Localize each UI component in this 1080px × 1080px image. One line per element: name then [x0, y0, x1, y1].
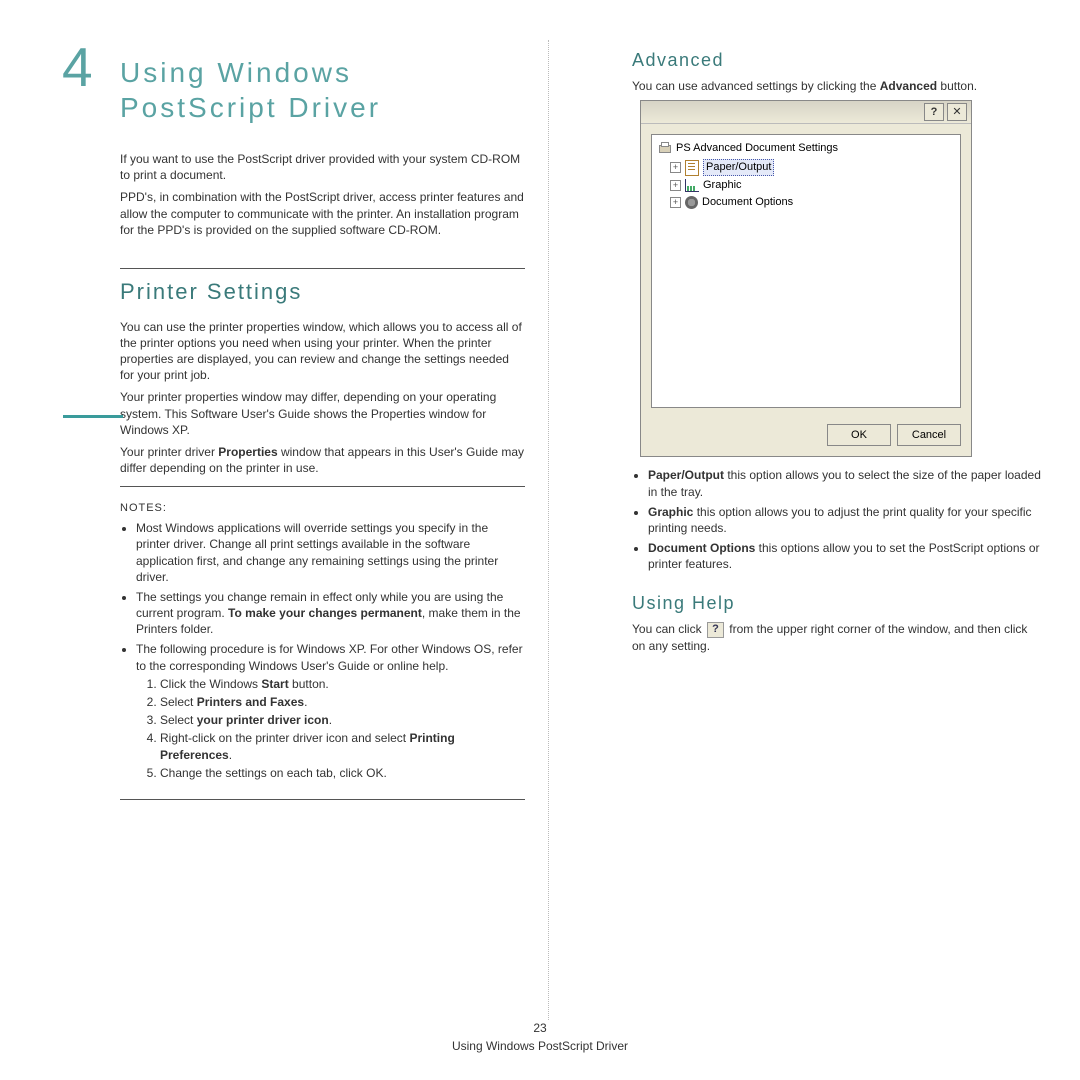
adv-intro-a: You can use advanced settings by clickin… [632, 79, 880, 93]
s4c: . [229, 748, 232, 762]
intro-paragraph-1: If you want to use the PostScript driver… [120, 151, 525, 183]
adv2a: Graphic [648, 505, 693, 519]
s4a: Right-click on the printer driver icon a… [160, 731, 409, 745]
help-text-a: You can click [632, 622, 705, 636]
adv-intro-b: Advanced [880, 79, 937, 93]
tree-item-doc-options[interactable]: + Document Options [670, 195, 954, 210]
expand-icon[interactable]: + [670, 197, 681, 208]
chapter-number: 4 [62, 35, 93, 99]
s3b: your printer driver icon [197, 713, 329, 727]
ps-p3-b: Properties [218, 445, 277, 459]
s3a: Select [160, 713, 197, 727]
adv2b: this option allows you to adjust the pri… [648, 505, 1032, 535]
page-footer: 23 Using Windows PostScript Driver [0, 1019, 1080, 1055]
cancel-button[interactable]: Cancel [897, 424, 961, 446]
note-bullet-3: The following procedure is for Windows X… [136, 641, 525, 781]
s2a: Select [160, 695, 197, 709]
section-rule [120, 268, 525, 269]
expand-icon[interactable]: + [670, 162, 681, 173]
dialog-titlebar: ? ✕ [641, 101, 971, 124]
adv-opt-paper: Paper/Output this option allows you to s… [648, 467, 1042, 499]
expand-icon[interactable]: + [670, 180, 681, 191]
s1a: Click the Windows [160, 677, 261, 691]
dialog-buttons: OK Cancel [641, 418, 971, 456]
dialog-help-button[interactable]: ? [924, 103, 944, 121]
page-number: 23 [0, 1019, 1080, 1037]
s3c: . [329, 713, 332, 727]
notes-label: NOTES: [120, 501, 525, 516]
chapter-title: Using Windows PostScript Driver [120, 55, 381, 125]
s2b: Printers and Faxes [197, 695, 304, 709]
intro-paragraph-2: PPD's, in combination with the PostScrip… [120, 189, 525, 238]
advanced-intro: You can use advanced settings by clickin… [632, 78, 1042, 94]
adv-opt-graphic: Graphic this option allows you to adjust… [648, 504, 1042, 536]
step-3: Select your printer driver icon. [160, 712, 525, 728]
using-help-text: You can click ? from the upper right cor… [632, 621, 1042, 654]
chart-icon [685, 179, 699, 192]
advanced-heading: Advanced [632, 48, 1042, 72]
printer-settings-heading: Printer Settings [120, 277, 525, 307]
step-1: Click the Windows Start button. [160, 676, 525, 692]
tree-item-graphic[interactable]: + Graphic [670, 178, 954, 193]
note3-text: The following procedure is for Windows X… [136, 642, 523, 672]
ps-para-1: You can use the printer properties windo… [120, 319, 525, 384]
advanced-settings-dialog: ? ✕ PS Advanced Document Settings + Pape… [640, 100, 972, 457]
tree-root[interactable]: PS Advanced Document Settings [658, 141, 954, 156]
dialog-close-button[interactable]: ✕ [947, 103, 967, 121]
footer-caption: Using Windows PostScript Driver [0, 1037, 1080, 1055]
printer-icon [658, 143, 672, 155]
note-bullet-1: Most Windows applications will override … [136, 520, 525, 585]
tree-item-1-label: Paper/Output [703, 159, 774, 176]
tree-item-paper-output[interactable]: + Paper/Output [670, 159, 954, 176]
s1b: Start [261, 677, 288, 691]
step-2: Select Printers and Faxes. [160, 694, 525, 710]
using-help-heading: Using Help [632, 591, 1042, 615]
notes-block: NOTES: Most Windows applications will ov… [120, 486, 525, 800]
s1c: button. [289, 677, 329, 691]
s2c: . [304, 695, 307, 709]
tree-root-label: PS Advanced Document Settings [676, 141, 838, 156]
ok-button[interactable]: OK [827, 424, 891, 446]
ps-para-2: Your printer properties window may diffe… [120, 389, 525, 438]
ps-para-3: Your printer driver Properties window th… [120, 444, 525, 476]
step-4: Right-click on the printer driver icon a… [160, 730, 525, 762]
chapter-title-line1: Using Windows [120, 57, 352, 88]
adv3a: Document Options [648, 541, 755, 555]
section-accent-bar [63, 415, 123, 418]
adv1a: Paper/Output [648, 468, 724, 482]
adv-intro-c: button. [937, 79, 977, 93]
ps-p3-a: Your printer driver [120, 445, 218, 459]
tree-item-2-label: Graphic [703, 178, 742, 193]
page-icon [685, 160, 699, 176]
column-divider [548, 40, 549, 1020]
note-bullet-2: The settings you change remain in effect… [136, 589, 525, 638]
adv-opt-docopt: Document Options this options allow you … [648, 540, 1042, 572]
chapter-title-line2: PostScript Driver [120, 92, 381, 123]
note2-b: To make your changes permanent [228, 606, 422, 620]
help-icon: ? [707, 622, 724, 638]
gear-icon [685, 196, 698, 209]
close-glyph: ✕ [952, 105, 961, 120]
help-glyph: ? [931, 105, 938, 120]
step-5: Change the settings on each tab, click O… [160, 765, 525, 781]
settings-tree: PS Advanced Document Settings + Paper/Ou… [651, 134, 961, 408]
tree-item-3-label: Document Options [702, 195, 793, 210]
